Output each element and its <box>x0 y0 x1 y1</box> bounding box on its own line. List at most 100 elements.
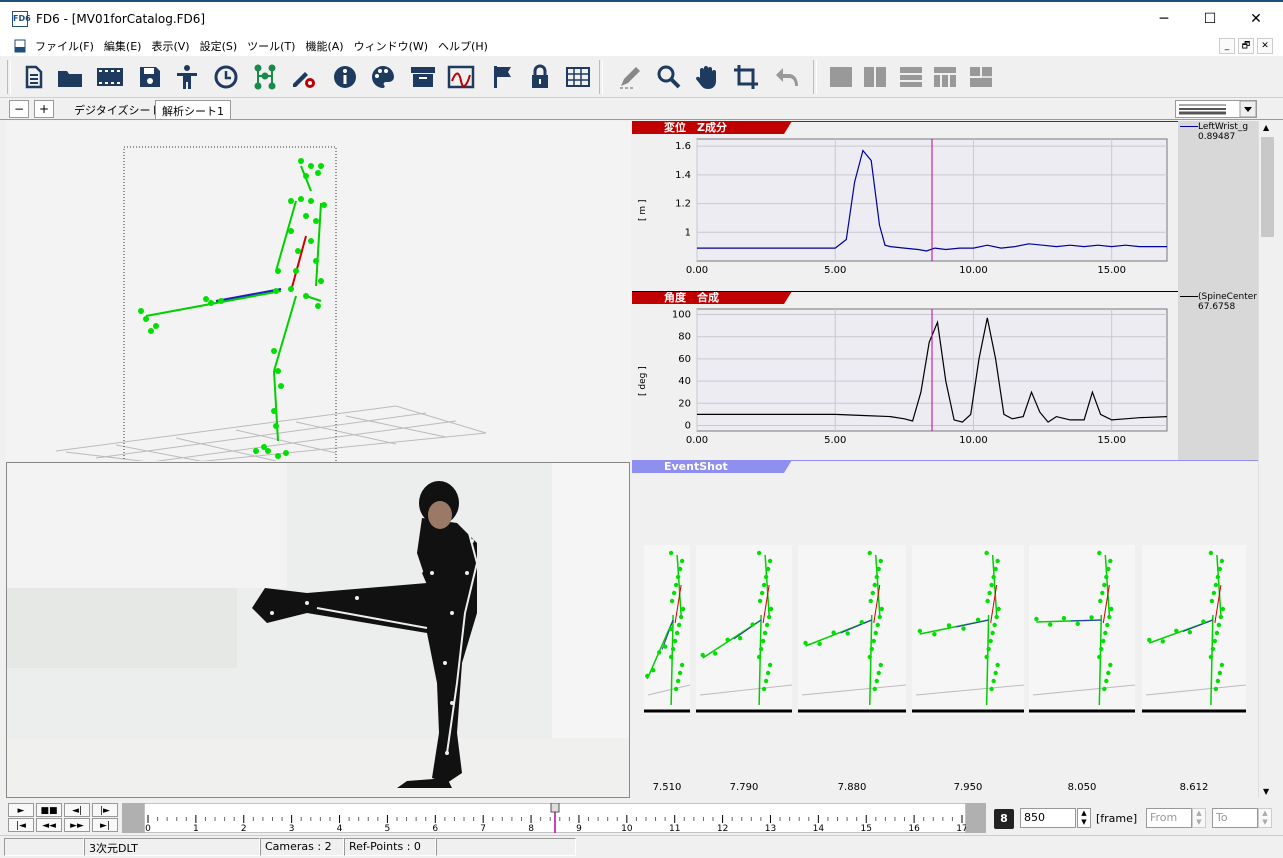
marker-point <box>1218 614 1224 620</box>
remove-sheet-button[interactable]: − <box>9 100 29 118</box>
marker-point <box>148 328 154 334</box>
event-thumbnail[interactable] <box>696 545 793 715</box>
tab-analysis-sheet-1[interactable]: 解析シート1 <box>155 100 231 119</box>
zoom-icon[interactable] <box>654 62 684 92</box>
scroll-down-icon[interactable]: ▼ <box>1263 787 1269 796</box>
line-style-dropdown[interactable] <box>1175 100 1257 118</box>
lock-icon[interactable] <box>525 62 555 92</box>
marker-point <box>676 622 682 628</box>
from-spinner[interactable]: ▲ ▼ <box>1192 808 1206 828</box>
layout-4pane-icon[interactable] <box>966 62 996 92</box>
graph-icon[interactable] <box>446 62 476 92</box>
frame-input[interactable]: 850 <box>1020 808 1076 828</box>
event-thumbnail[interactable] <box>644 545 691 715</box>
event-shot-title: EventShot <box>632 460 792 473</box>
graph1-legend: LeftWrist_g 0.89487 <box>1180 122 1248 142</box>
document-icon[interactable] <box>18 62 48 92</box>
toolbar-separator <box>813 60 817 94</box>
event-thumbnail[interactable] <box>1029 545 1136 715</box>
minimize-button[interactable]: ─ <box>1141 2 1187 36</box>
vertical-scrollbar[interactable]: ▲ ▼ <box>1258 121 1275 798</box>
go-start-icon[interactable]: |◄ <box>8 818 34 832</box>
add-sheet-button[interactable]: + <box>34 100 54 118</box>
maximize-button[interactable]: ☐ <box>1187 2 1233 36</box>
pen-gear-icon[interactable] <box>289 62 319 92</box>
marker-point <box>859 620 864 625</box>
timeline-ruler[interactable]: 0 1 2 3 4 5 6 7 8 9 10 11 12 13 14 15 16 17 <box>144 803 966 833</box>
marker-point <box>675 678 681 684</box>
legend-area <box>1178 121 1258 461</box>
layout-hsplit-icon[interactable] <box>896 62 926 92</box>
rewind-icon[interactable]: ◄◄ <box>36 818 62 832</box>
undo-icon[interactable] <box>772 62 802 92</box>
marker-point <box>995 662 1000 668</box>
mdi-close-button[interactable]: ✕ <box>1257 38 1273 54</box>
graph1-legend-value: 0.89487 <box>1198 132 1236 142</box>
y-tick-label: 80 <box>678 332 691 343</box>
from-input[interactable]: From <box>1146 808 1192 828</box>
info-icon[interactable] <box>330 62 360 92</box>
marker-point <box>870 590 875 596</box>
menu-function[interactable]: 機能(A) <box>300 36 348 56</box>
menu-settings[interactable]: 設定(S) <box>195 36 243 56</box>
timeline-tick-label: 16 <box>908 824 920 833</box>
layout-vsplit-icon[interactable] <box>860 62 890 92</box>
menu-view[interactable]: 表示(V) <box>146 36 194 56</box>
marker-point <box>1102 582 1107 588</box>
flag-icon[interactable] <box>487 62 517 92</box>
displacement-chart[interactable]: 1 1.2 1.4 1.6 0.00 5.00 10.00 15.00 <box>632 121 1178 291</box>
event-thumbnail[interactable] <box>912 545 1025 715</box>
go-end-icon[interactable]: ►| <box>92 818 118 832</box>
to-input[interactable]: To <box>1212 808 1258 828</box>
marker-point <box>817 641 822 646</box>
to-spinner[interactable]: ▲ ▼ <box>1258 808 1272 828</box>
marker-point <box>1100 590 1105 596</box>
scroll-thumb[interactable] <box>1261 137 1274 237</box>
menu-tools[interactable]: ツール(T) <box>242 36 300 56</box>
timeline-thumb <box>550 803 560 813</box>
marker-point <box>203 296 209 302</box>
palette-icon[interactable] <box>368 62 398 92</box>
3d-view-panel[interactable] <box>6 121 631 461</box>
clock-icon[interactable] <box>211 62 241 92</box>
hand-icon[interactable] <box>692 62 722 92</box>
menu-edit[interactable]: 編集(E) <box>99 36 147 56</box>
frame-spinner[interactable]: ▲ ▼ <box>1077 808 1091 828</box>
video-frame[interactable] <box>6 462 630 798</box>
layout-3pane-icon[interactable] <box>930 62 960 92</box>
tab-digitize-sheet[interactable]: デジタイズシート <box>68 100 167 119</box>
crop-icon[interactable] <box>731 62 761 92</box>
save-icon[interactable] <box>135 62 165 92</box>
scroll-up-icon[interactable]: ▲ <box>1263 123 1269 132</box>
step-forward-icon[interactable]: |► <box>92 803 118 817</box>
marker-point <box>762 630 768 636</box>
marker-point <box>986 646 991 652</box>
menu-help[interactable]: ヘルプ(H) <box>433 36 493 56</box>
frame-mode-icon[interactable]: 8 <box>994 809 1014 829</box>
pencil-icon[interactable] <box>616 62 646 92</box>
stop-icon[interactable]: ■■ <box>36 803 62 817</box>
mdi-minimize-button[interactable]: _ <box>1219 38 1235 54</box>
mdi-restore-button[interactable]: 🗗 <box>1238 38 1254 54</box>
fast-forward-icon[interactable]: ►► <box>64 818 90 832</box>
angle-chart[interactable]: 0 20 40 60 80 100 0.00 5.00 10.00 15.00 <box>632 291 1178 461</box>
film-icon[interactable] <box>95 62 125 92</box>
grid-icon[interactable] <box>563 62 593 92</box>
event-thumbnail[interactable] <box>798 545 907 715</box>
menu-window[interactable]: ウィンドウ(W) <box>349 36 433 56</box>
layout-single-icon[interactable] <box>826 62 856 92</box>
marker-point <box>1160 639 1165 644</box>
x-tick-label: 5.00 <box>824 435 846 446</box>
folder-icon[interactable] <box>55 62 85 92</box>
play-icon[interactable]: ► <box>8 803 34 817</box>
menu-file[interactable]: ファイル(F) <box>30 36 99 56</box>
close-button[interactable]: ✕ <box>1233 2 1279 36</box>
marker-point <box>1106 670 1111 676</box>
person-icon[interactable] <box>172 62 202 92</box>
archive-icon[interactable] <box>408 62 438 92</box>
timeline-tick-label: 12 <box>717 824 728 833</box>
event-thumbnail[interactable] <box>1142 545 1247 715</box>
step-back-icon[interactable]: ◄| <box>64 803 90 817</box>
skeleton-icon[interactable] <box>250 62 280 92</box>
thumbnail-leg <box>758 614 762 706</box>
